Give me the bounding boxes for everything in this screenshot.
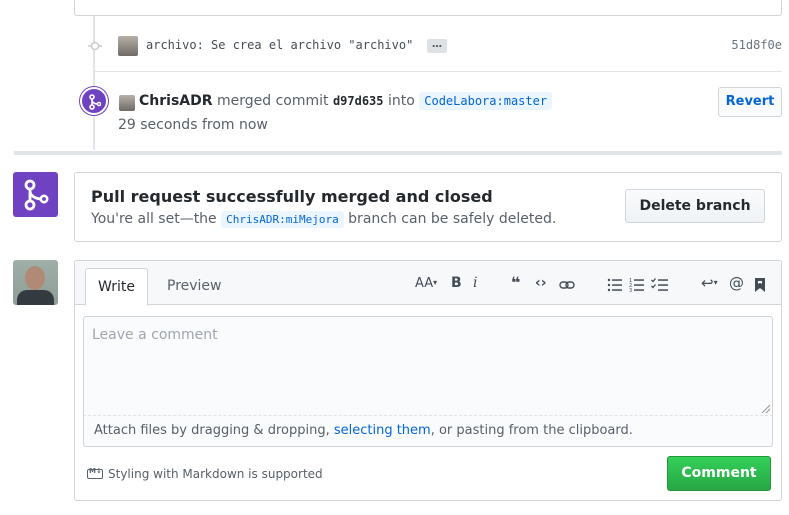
merge-commit-sha[interactable]: d97d635	[333, 94, 384, 108]
current-user-avatar[interactable]	[13, 260, 58, 305]
svg-text:3: 3	[629, 288, 632, 294]
caret-down-icon: ▾	[433, 278, 438, 287]
merge-timestamp[interactable]: 29 seconds from now	[118, 117, 268, 133]
merge-event-text: ChrisADR merged commit d97d635 into Code…	[139, 92, 553, 110]
merged-status-icon	[13, 172, 58, 217]
merge-verb: merged commit	[216, 93, 329, 109]
commit-author-avatar[interactable]	[118, 36, 138, 56]
target-branch-label[interactable]: CodeLabora:master	[419, 92, 553, 110]
commit-expand-button[interactable]: …	[427, 39, 447, 53]
reply-icon[interactable]: ↩▾	[701, 273, 718, 293]
head-branch-label[interactable]: ChrisADR:miMejora	[221, 211, 344, 228]
revert-button[interactable]: Revert	[718, 87, 782, 117]
link-icon[interactable]	[559, 275, 575, 295]
merge-author-avatar[interactable]	[119, 95, 135, 111]
comment-placeholder: Leave a comment	[92, 327, 218, 343]
unordered-list-icon[interactable]	[607, 275, 623, 295]
bold-button[interactable]: B	[451, 273, 462, 293]
merged-title: Pull request successfully merged and clo…	[91, 187, 493, 206]
italic-button[interactable]: i	[473, 273, 477, 293]
mention-icon[interactable]: @	[729, 273, 744, 293]
attach-prefix: Attach files by dragging & dropping,	[94, 423, 330, 438]
heading-button[interactable]: AA▾	[415, 273, 437, 293]
commit-message[interactable]: archivo: Se crea el archivo "archivo"	[146, 38, 413, 52]
merged-description: You're all set—the ChrisADR:miMejora bra…	[91, 211, 557, 228]
commit-dot-icon	[88, 41, 102, 51]
merge-author-link[interactable]: ChrisADR	[139, 93, 213, 109]
previous-card	[74, 0, 782, 16]
merged-desc-prefix: You're all set—the	[91, 211, 217, 227]
code-icon[interactable]: ‹›	[535, 273, 547, 293]
attach-suffix: , or pasting from the clipboard.	[430, 423, 633, 438]
comment-textarea[interactable]: Leave a comment	[83, 316, 773, 416]
commit-sha[interactable]: 51d8f0e	[731, 38, 782, 52]
select-files-link[interactable]: selecting them	[334, 423, 431, 438]
merge-into: into	[387, 93, 415, 109]
merge-event-badge	[80, 87, 108, 115]
heading-label: AA	[415, 276, 434, 291]
resize-handle[interactable]	[762, 405, 770, 413]
delete-branch-button[interactable]: Delete branch	[625, 189, 765, 223]
git-merge-icon	[24, 179, 49, 211]
markdown-icon	[87, 467, 103, 479]
tab-preview[interactable]: Preview	[155, 268, 234, 305]
merged-status-box: Pull request successfully merged and clo…	[74, 172, 782, 242]
markdown-note[interactable]: Styling with Markdown is supported	[87, 467, 323, 481]
saved-reply-bookmark-icon[interactable]	[754, 275, 766, 295]
quote-icon[interactable]: ❝	[511, 273, 520, 293]
comment-composer: Write Preview AA▾ B i ❝ ‹› 1 2 3 ↩▾ @ Le…	[74, 260, 782, 501]
merged-desc-suffix: branch can be safely deleted.	[348, 211, 557, 227]
task-list-icon[interactable]	[651, 275, 669, 295]
comment-submit-button[interactable]: Comment	[667, 456, 771, 491]
tab-write[interactable]: Write	[85, 268, 148, 306]
markdown-note-text: Styling with Markdown is supported	[108, 467, 323, 481]
divider	[93, 71, 782, 72]
file-attach-bar[interactable]: Attach files by dragging & dropping, sel…	[83, 416, 773, 447]
ordered-list-icon[interactable]: 1 2 3	[629, 275, 645, 295]
commit-row: archivo: Se crea el archivo "archivo" … …	[74, 30, 782, 70]
composer-header: Write Preview AA▾ B i ❝ ‹› 1 2 3 ↩▾ @	[75, 261, 781, 306]
git-merge-icon	[89, 94, 101, 110]
timeline-end-divider	[14, 151, 782, 155]
